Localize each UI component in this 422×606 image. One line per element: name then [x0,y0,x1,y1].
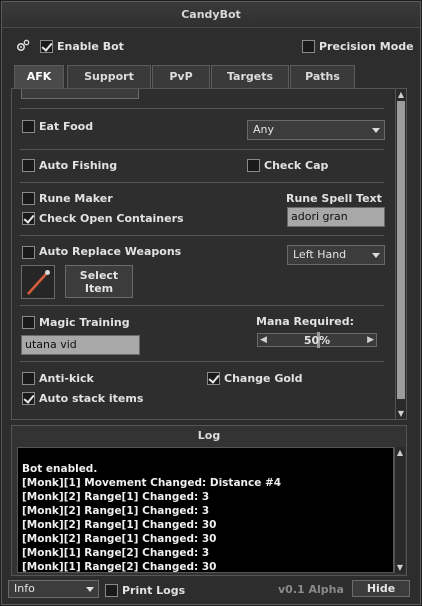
log-output[interactable]: Bot enabled. [Monk][1] Movement Changed:… [17,447,394,573]
separator [20,149,384,150]
slider-right-arrow-icon[interactable]: ▶ [367,334,374,347]
magic-spell-input[interactable]: utana vid [21,335,140,355]
anti-kick-label: Anti-kick [39,372,94,385]
print-logs-label: Print Logs [122,584,186,597]
precision-mode-checkbox[interactable] [302,40,315,53]
clipped-control [21,89,139,99]
precision-mode-label: Precision Mode [319,40,414,53]
scroll-up-icon[interactable]: ▲ [395,447,405,458]
auto-replace-weapons-checkbox[interactable] [22,246,35,259]
log-line: [Monk][2] Range[1] Changed: 3 [22,505,210,517]
log-line: [Monk][2] Range[1] Changed: 30 [22,533,217,545]
mana-required-value: 50% [303,334,331,347]
rune-spell-label: Rune Spell Text [286,192,382,205]
gear-icon[interactable] [16,39,30,53]
magic-training-checkbox[interactable] [22,316,35,329]
log-line: Bot enabled. [22,463,98,475]
magic-training-label: Magic Training [39,316,130,329]
log-scrollbar[interactable]: ▲ ▼ [394,447,405,573]
eat-food-checkbox[interactable] [22,120,35,133]
enable-bot-checkbox[interactable] [40,40,53,53]
version-label: v0.1 Alpha [278,583,344,596]
chevron-down-icon [86,587,94,592]
auto-fishing-checkbox[interactable] [22,159,35,172]
check-cap-label: Check Cap [264,159,329,172]
select-item-button[interactable]: Select Item [65,265,133,298]
log-title: Log [197,429,221,442]
panel-scrollbar[interactable]: ▲ ▼ [395,89,406,419]
change-gold-label: Change Gold [224,372,303,385]
log-line: [Monk][2] Range[1] Changed: 3 [22,491,210,503]
check-open-containers-checkbox[interactable] [22,212,35,225]
rune-spell-input[interactable]: adori gran [287,207,385,227]
food-select-value: Any [253,123,275,136]
chevron-down-icon [372,253,380,258]
tab-targets[interactable]: Targets [211,65,289,88]
chevron-down-icon [372,128,380,133]
hand-select[interactable]: Left Hand [287,245,385,265]
mana-required-slider[interactable]: ◀ 50% ▶ [257,332,377,348]
log-level-value: Info [14,582,35,595]
food-select[interactable]: Any [247,120,385,140]
rune-maker-checkbox[interactable] [22,192,35,205]
auto-fishing-label: Auto Fishing [39,159,118,172]
log-line: [Monk][1] Range[2] Changed: 30 [22,561,217,573]
mana-required-label: Mana Required: [256,315,355,328]
afk-panel: Eat Food Any Auto Fishing Check Cap Rune… [11,88,407,420]
hand-select-value: Left Hand [293,248,347,261]
tab-paths[interactable]: Paths [290,65,355,88]
separator [20,108,384,109]
tab-support[interactable]: Support [67,65,151,88]
separator [20,361,384,362]
log-section: Log Bot enabled. [Monk][1] Movement Chan… [11,425,407,576]
window-title: CandyBot [2,2,420,28]
scroll-thumb[interactable] [397,101,405,399]
weapon-slot[interactable] [21,265,55,299]
anti-kick-checkbox[interactable] [22,372,35,385]
enable-bot-label: Enable Bot [57,40,124,53]
auto-stack-items-checkbox[interactable] [22,392,35,405]
select-item-label: Select Item [79,269,119,295]
scroll-up-icon[interactable]: ▲ [396,89,406,100]
rune-maker-label: Rune Maker [39,192,113,205]
eat-food-label: Eat Food [39,120,94,133]
check-cap-checkbox[interactable] [247,159,260,172]
log-line: [Monk][1] Range[2] Changed: 3 [22,547,210,559]
separator [20,305,384,306]
log-line: [Monk][1] Movement Changed: Distance #4 [22,477,282,489]
check-open-containers-label: Check Open Containers [39,212,184,225]
auto-replace-weapons-label: Auto Replace Weapons [39,245,182,258]
tab-afk[interactable]: AFK [14,65,64,88]
log-level-select[interactable]: Info [8,580,99,598]
auto-stack-items-label: Auto stack items [39,392,144,405]
separator [20,182,384,183]
hide-button[interactable]: Hide [352,580,410,597]
separator [20,235,384,236]
change-gold-checkbox[interactable] [207,372,220,385]
log-line: [Monk][2] Range[1] Changed: 30 [22,519,217,531]
wand-icon [26,270,50,296]
scroll-down-icon[interactable]: ▼ [396,408,406,419]
tab-pvp[interactable]: PvP [152,65,210,88]
hide-label: Hide [366,582,396,595]
print-logs-checkbox[interactable] [105,584,118,597]
candybot-window: CandyBot Enable Bot Precision Mode AFK S… [1,1,421,605]
scroll-down-icon[interactable]: ▼ [395,562,405,573]
